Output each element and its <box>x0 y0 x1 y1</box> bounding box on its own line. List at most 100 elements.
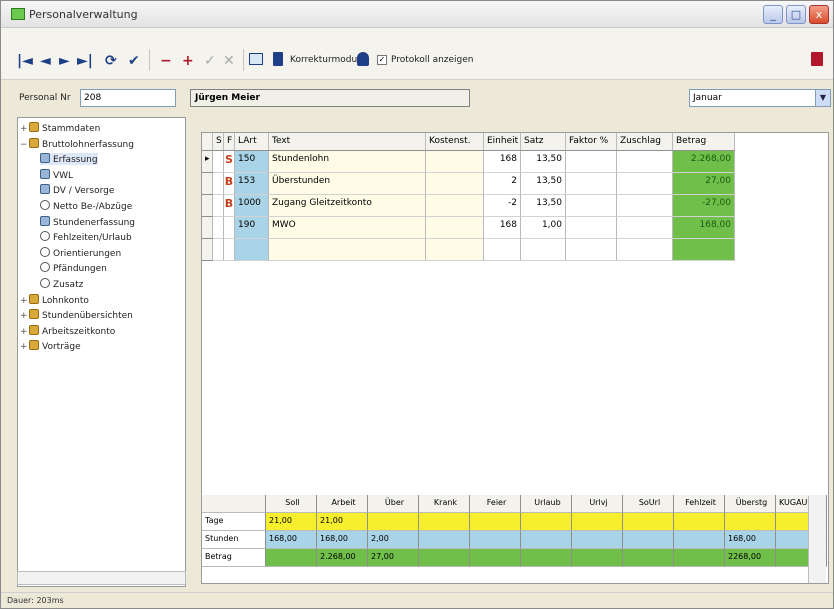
protokoll-checkbox[interactable]: ✓ <box>377 55 387 65</box>
grid-cell[interactable] <box>213 217 224 239</box>
column-header[interactable]: LArt <box>235 133 269 151</box>
satz-cell[interactable]: 13,50 <box>521 195 566 217</box>
cancel-icon[interactable]: ✕ <box>223 54 235 68</box>
einheit-cell[interactable]: -2 <box>484 195 521 217</box>
kostenstelle-cell[interactable] <box>426 217 484 239</box>
lohnart-cell[interactable]: 150 <box>235 151 269 173</box>
sidebar-item-pf-ndungen[interactable]: Pfändungen <box>40 262 107 274</box>
column-header[interactable]: Text <box>269 133 426 151</box>
next-record-icon[interactable]: ► <box>59 54 70 68</box>
column-header[interactable]: Faktor % <box>566 133 617 151</box>
expand-icon[interactable]: + <box>20 311 29 321</box>
minimize-button[interactable]: _ <box>763 5 783 24</box>
faktor-cell[interactable] <box>566 195 617 217</box>
satz-cell[interactable] <box>521 239 566 261</box>
sidebar-horizontal-scrollbar[interactable] <box>17 571 186 585</box>
exit-icon[interactable] <box>811 52 823 66</box>
search-icon[interactable] <box>357 52 369 66</box>
einheit-cell[interactable] <box>484 239 521 261</box>
kostenstelle-cell[interactable] <box>426 195 484 217</box>
refresh-icon[interactable]: ⟳ <box>105 54 117 68</box>
satz-cell[interactable]: 13,50 <box>521 151 566 173</box>
previous-record-icon[interactable]: ◄ <box>40 54 51 68</box>
summary-vertical-scrollbar[interactable] <box>808 496 826 583</box>
einheit-cell[interactable]: 168 <box>484 151 521 173</box>
sidebar-item-fehlzeiten-urlaub[interactable]: Fehlzeiten/Urlaub <box>40 231 132 243</box>
text-cell[interactable]: Stundenlohn <box>269 151 426 173</box>
accept-icon[interactable]: ✓ <box>204 54 216 68</box>
sidebar-item-erfassung[interactable]: Erfassung <box>40 153 98 166</box>
first-record-icon[interactable]: |◄ <box>17 54 33 68</box>
zuschlag-cell[interactable] <box>617 173 673 195</box>
row-selector[interactable] <box>202 173 213 195</box>
month-select[interactable]: Januar ▼ <box>689 89 831 107</box>
faktor-cell[interactable] <box>566 173 617 195</box>
grid-view-icon[interactable] <box>249 53 263 65</box>
lohnart-cell[interactable]: 153 <box>235 173 269 195</box>
kostenstelle-cell[interactable] <box>426 151 484 173</box>
column-header[interactable]: Einheit <box>484 133 521 151</box>
row-selector[interactable] <box>202 239 213 261</box>
sidebar-item-vwl[interactable]: VWL <box>40 168 73 181</box>
column-header[interactable]: S <box>213 133 224 151</box>
sidebar-item-stammdaten[interactable]: + Stammdaten <box>20 122 100 134</box>
sidebar-item-orientierungen[interactable]: Orientierungen <box>40 246 121 259</box>
sidebar-item-stunden-bersichten[interactable]: + Stundenübersichten <box>20 309 133 321</box>
expand-icon[interactable]: + <box>20 342 29 352</box>
faktor-cell[interactable] <box>566 151 617 173</box>
confirm-icon[interactable]: ✔ <box>128 54 140 68</box>
lohnart-cell[interactable]: 1000 <box>235 195 269 217</box>
sidebar-item-bruttolohnerfassung[interactable]: − Bruttolohnerfassung <box>20 137 134 150</box>
sidebar-item-dv-versorge[interactable]: DV / Versorge <box>40 184 114 196</box>
grid-cell[interactable] <box>213 195 224 217</box>
chevron-down-icon[interactable]: ▼ <box>815 90 830 106</box>
grid-cell[interactable] <box>213 151 224 173</box>
einheit-cell[interactable]: 2 <box>484 173 521 195</box>
satz-cell[interactable]: 13,50 <box>521 173 566 195</box>
text-cell[interactable] <box>269 239 426 261</box>
grid-cell[interactable] <box>213 239 224 261</box>
personal-nr-input[interactable]: 208 <box>80 89 176 107</box>
text-cell[interactable]: MWO <box>269 217 426 239</box>
text-cell[interactable]: Zugang Gleitzeitkonto <box>269 195 426 217</box>
close-button[interactable]: x <box>809 5 829 24</box>
protokoll-label[interactable]: Protokoll anzeigen <box>391 55 474 65</box>
einheit-cell[interactable]: 168 <box>484 217 521 239</box>
korrekturmodus-label[interactable]: Korrekturmodus <box>290 55 362 65</box>
expand-icon[interactable]: + <box>20 296 29 306</box>
sidebar-item-stundenerfassung[interactable]: Stundenerfassung <box>40 215 135 228</box>
sidebar-item-zusatz[interactable]: Zusatz <box>40 278 83 290</box>
book-icon[interactable] <box>273 52 283 66</box>
row-selector[interactable]: ▸ <box>202 151 213 173</box>
row-selector[interactable] <box>202 195 213 217</box>
expand-icon[interactable]: + <box>20 124 29 134</box>
zuschlag-cell[interactable] <box>617 195 673 217</box>
row-selector[interactable] <box>202 217 213 239</box>
zuschlag-cell[interactable] <box>617 151 673 173</box>
maximize-button[interactable]: □ <box>786 5 806 24</box>
column-header[interactable]: Zuschlag <box>617 133 673 151</box>
kostenstelle-cell[interactable] <box>426 173 484 195</box>
grid-cell[interactable] <box>213 173 224 195</box>
column-header[interactable]: F <box>224 133 235 151</box>
satz-cell[interactable]: 1,00 <box>521 217 566 239</box>
column-header[interactable]: Betrag <box>673 133 735 151</box>
lohnart-cell[interactable] <box>235 239 269 261</box>
faktor-cell[interactable] <box>566 239 617 261</box>
text-cell[interactable]: Überstunden <box>269 173 426 195</box>
column-header[interactable]: Kostenst. <box>426 133 484 151</box>
collapse-icon[interactable]: − <box>20 140 29 150</box>
sidebar-item-netto-be-abz-ge[interactable]: Netto Be-/Abzüge <box>40 200 132 212</box>
kostenstelle-cell[interactable] <box>426 239 484 261</box>
zuschlag-cell[interactable] <box>617 239 673 261</box>
faktor-cell[interactable] <box>566 217 617 239</box>
remove-icon[interactable]: − <box>160 54 172 68</box>
sidebar-item-lohnkonto[interactable]: + Lohnkonto <box>20 293 89 306</box>
lohnart-cell[interactable]: 190 <box>235 217 269 239</box>
column-header[interactable]: Satz <box>521 133 566 151</box>
last-record-icon[interactable]: ►| <box>77 54 93 68</box>
sidebar-item-vortr-ge[interactable]: + Vorträge <box>20 340 81 352</box>
add-icon[interactable]: + <box>182 54 194 68</box>
expand-icon[interactable]: + <box>20 327 29 337</box>
zuschlag-cell[interactable] <box>617 217 673 239</box>
